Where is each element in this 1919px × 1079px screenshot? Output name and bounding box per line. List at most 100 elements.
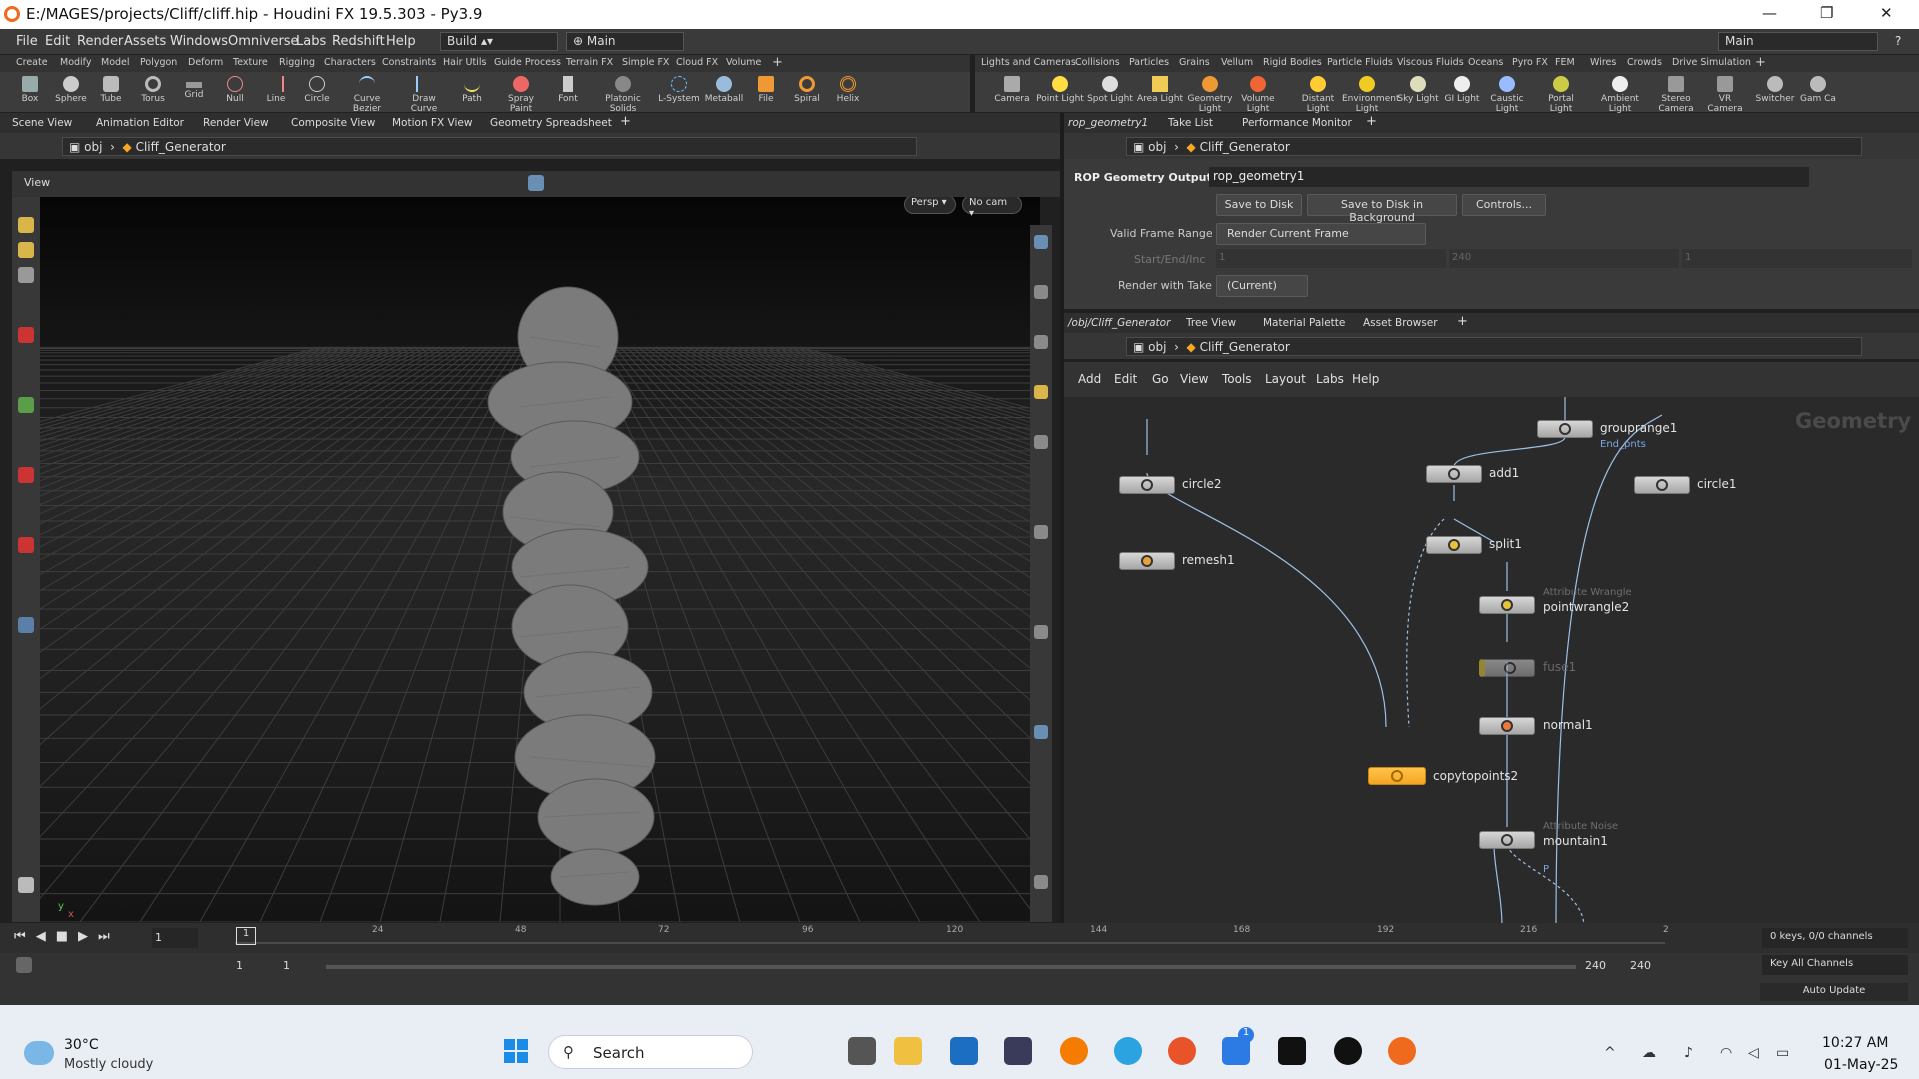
firefox-icon[interactable]: [1168, 1037, 1196, 1065]
shelf-tab-particles[interactable]: Particles: [1129, 57, 1169, 68]
shelf-tab-collisions[interactable]: Collisions: [1075, 57, 1120, 68]
wifi-icon[interactable]: ◠: [1720, 1045, 1732, 1061]
telegram-icon[interactable]: [1114, 1037, 1142, 1065]
houdini-taskbar-icon[interactable]: [1388, 1037, 1416, 1065]
shelf-tab-model[interactable]: Model: [101, 57, 130, 68]
select-tool-icon[interactable]: [18, 217, 34, 233]
node-remesh1[interactable]: [1119, 552, 1175, 570]
magnet-icon[interactable]: [18, 327, 34, 343]
shelf-tab-characters[interactable]: Characters: [324, 57, 376, 68]
scene-path-field[interactable]: ▣ obj › ◆ Cliff_Generator: [62, 137, 917, 156]
tab-take-list[interactable]: Take List: [1168, 117, 1213, 129]
main-dropdown[interactable]: ⊕ Main: [566, 32, 684, 51]
pointer-icon[interactable]: [18, 267, 34, 283]
frame-marker[interactable]: 1: [236, 927, 256, 945]
current-frame-field[interactable]: 1: [152, 928, 198, 948]
volume-icon[interactable]: ◁: [1748, 1045, 1759, 1061]
range-end2-field[interactable]: 240: [1630, 959, 1651, 972]
tool-area-light[interactable]: Area Light: [1135, 72, 1185, 112]
menu-assets[interactable]: Assets: [124, 34, 166, 49]
tab-render-view[interactable]: Render View: [203, 117, 269, 129]
add-tab-icon[interactable]: +: [1457, 314, 1468, 329]
add-tab-icon[interactable]: +: [1366, 114, 1377, 129]
key-all-channels-dropdown[interactable]: Key All Channels: [1762, 955, 1908, 975]
tray-chevron-icon[interactable]: ^: [1604, 1045, 1616, 1061]
light-icon[interactable]: [1034, 385, 1048, 399]
file-explorer-icon[interactable]: [894, 1037, 922, 1065]
battery-icon[interactable]: ▭: [1776, 1045, 1789, 1061]
microphone-icon[interactable]: ♪: [1684, 1045, 1693, 1061]
shelf-tab-rigid-bodies[interactable]: Rigid Bodies: [1263, 57, 1322, 68]
visualizer-icon[interactable]: [1034, 725, 1048, 739]
tool-circle[interactable]: Circle: [292, 72, 342, 112]
tab-scene-view[interactable]: Scene View: [12, 117, 72, 129]
tab-performance-monitor[interactable]: Performance Monitor: [1242, 117, 1352, 129]
display-options-icon[interactable]: [1034, 235, 1048, 249]
end-frame-field[interactable]: 240: [1449, 249, 1679, 268]
davinci-icon[interactable]: [1004, 1037, 1032, 1065]
shelf-tab-create[interactable]: Create: [16, 57, 48, 68]
tool-distant-light[interactable]: Distant Light: [1293, 72, 1343, 114]
tool-spray-paint[interactable]: Spray Paint: [496, 72, 546, 114]
node-name-field[interactable]: rop_geometry1: [1209, 167, 1809, 187]
shelf-tab-crowds[interactable]: Crowds: [1627, 57, 1662, 68]
save-to-disk-background-button[interactable]: Save to Disk in Background: [1307, 194, 1457, 224]
shading-mode-icon[interactable]: [528, 175, 544, 191]
camera-dropdown[interactable]: No cam ▾: [962, 197, 1022, 219]
outlook-icon[interactable]: [950, 1037, 978, 1065]
weather-desc[interactable]: Mostly cloudy: [64, 1057, 153, 1072]
edge-display-icon[interactable]: [1034, 625, 1048, 639]
node-grouprange1[interactable]: [1537, 420, 1593, 438]
tool-gamepad-camera[interactable]: Gam Ca: [1793, 72, 1843, 112]
node-copytopoints2[interactable]: [1368, 767, 1426, 785]
menu-file[interactable]: File: [16, 34, 38, 49]
node-mountain1[interactable]: [1479, 831, 1535, 849]
tool-point-light[interactable]: Point Light: [1035, 72, 1085, 112]
network-menu-view[interactable]: View: [1180, 372, 1208, 386]
desktop-dropdown[interactable]: Main: [1718, 32, 1878, 51]
tab-motion-fx-view[interactable]: Motion FX View: [392, 117, 472, 129]
menu-help[interactable]: Help: [386, 34, 416, 49]
tool-volume-light[interactable]: Volume Light: [1233, 72, 1283, 114]
epic-games-icon[interactable]: [1278, 1037, 1306, 1065]
tool-environment-light[interactable]: Environment Light: [1342, 72, 1399, 114]
network-menu-go[interactable]: Go: [1152, 372, 1169, 386]
minimize-button[interactable]: —: [1762, 4, 1777, 22]
shelf-tab-terrain-fx[interactable]: Terrain FX: [566, 57, 613, 68]
clock-date[interactable]: 01-May-25: [1824, 1057, 1898, 1073]
tool-curve-bezier[interactable]: Curve Bezier: [342, 72, 392, 114]
node-pointwrangle2[interactable]: [1479, 596, 1535, 614]
shelf-tab-grains[interactable]: Grains: [1179, 57, 1210, 68]
menu-labs[interactable]: Labs: [296, 34, 326, 49]
shelf-tab-simple-fx[interactable]: Simple FX: [622, 57, 669, 68]
shelf-tab-lights-cameras[interactable]: Lights and Cameras: [981, 57, 1076, 68]
range-start-field[interactable]: 1: [236, 959, 243, 972]
tool-draw-curve[interactable]: Draw Curve: [399, 72, 449, 114]
shelf-tab-viscous-fluids[interactable]: Viscous Fluids: [1397, 57, 1464, 68]
unreal-icon[interactable]: [1334, 1037, 1362, 1065]
network-menu-help[interactable]: Help: [1352, 372, 1379, 386]
save-to-disk-button[interactable]: Save to Disk: [1216, 194, 1302, 216]
shelf-tab-vellum[interactable]: Vellum: [1221, 57, 1253, 68]
bottom-tool-icon[interactable]: [18, 877, 34, 893]
add-tab-icon[interactable]: +: [620, 114, 631, 129]
view-tool-icon[interactable]: [18, 617, 34, 633]
taskbar-search[interactable]: ⚲ Search: [548, 1035, 753, 1069]
menu-redshift[interactable]: Redshift: [332, 34, 385, 49]
node-normal1[interactable]: [1479, 717, 1535, 735]
tool-camera[interactable]: Camera: [987, 72, 1037, 112]
network-menu-add[interactable]: Add: [1078, 372, 1101, 386]
controls-button[interactable]: Controls...: [1462, 194, 1546, 216]
inc-frame-field[interactable]: 1: [1682, 249, 1912, 268]
network-path-field[interactable]: ▣ obj › ◆ Cliff_Generator: [1126, 337, 1862, 356]
network-menu-labs[interactable]: Labs: [1316, 372, 1344, 386]
lock-icon[interactable]: [1034, 285, 1048, 299]
network-off-icon[interactable]: ☁: [1642, 1045, 1656, 1061]
ghost-icon[interactable]: [1034, 335, 1048, 349]
blender-icon[interactable]: [1060, 1037, 1088, 1065]
tab-tree-view[interactable]: Tree View: [1186, 317, 1236, 329]
point-display-icon[interactable]: [1034, 525, 1048, 539]
shelf-tab-modify[interactable]: Modify: [60, 57, 91, 68]
start-frame-field[interactable]: 1: [1216, 249, 1446, 268]
node-circle1[interactable]: [1634, 476, 1690, 494]
